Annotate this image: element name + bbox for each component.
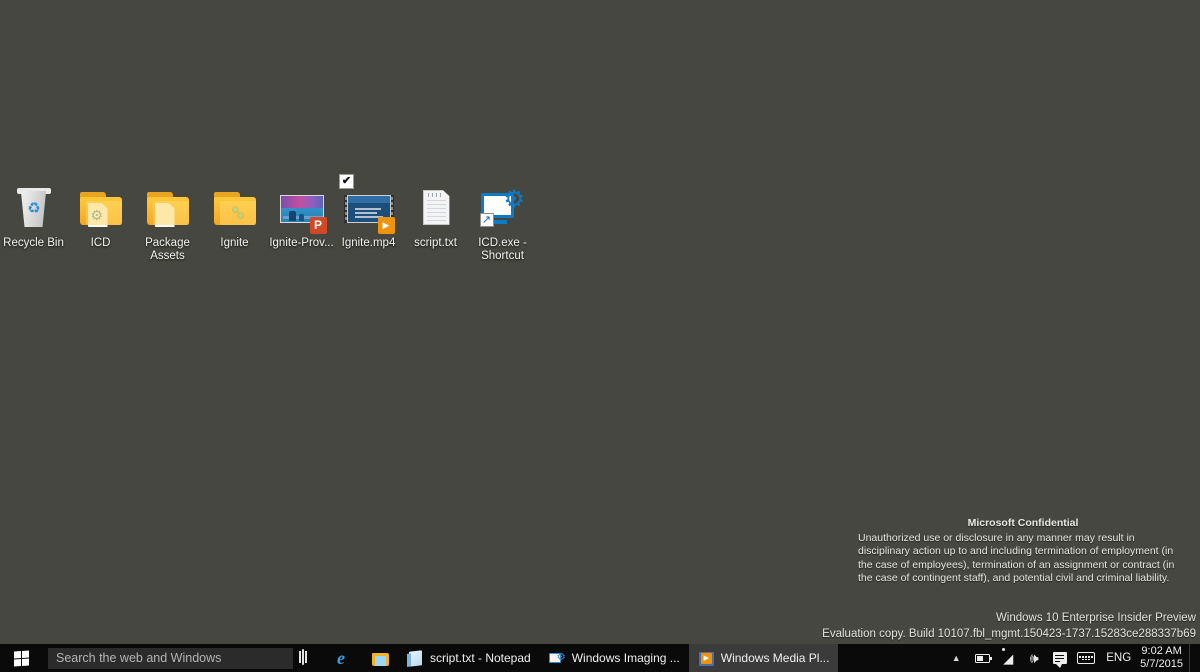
wifi-icon: ◢	[1002, 647, 1013, 665]
folder-gear-icon: ⚙	[77, 184, 125, 232]
desktop-icon-label: Ignite	[220, 237, 249, 249]
powerpoint-icon: P	[278, 184, 327, 234]
windows-build-watermark: Windows 10 Enterprise Insider Preview Ev…	[796, 610, 1196, 642]
notepad-window-button[interactable]: script.txt - Notepad	[398, 644, 540, 672]
desktop-icon-icd-folder[interactable]: ⚙ ICD	[67, 178, 134, 250]
windows-imaging-icon: ⚙	[548, 650, 566, 667]
battery-tray-button[interactable]	[969, 644, 995, 672]
taskbar-button-label: script.txt - Notepad	[430, 651, 531, 665]
desktop-icon-label: Ignite.mp4	[341, 237, 396, 249]
desktop-icon-grid: ♻ Recycle Bin ⚙ ICD	[0, 174, 536, 262]
windows-logo-icon	[13, 649, 29, 667]
search-input[interactable]: Search the web and Windows	[48, 647, 293, 669]
volume-tray-button[interactable]: 🕪	[1021, 644, 1047, 672]
show-hidden-icons-button[interactable]: ▲	[943, 644, 969, 672]
taskbar-button-label: Windows Imaging ...	[571, 651, 680, 665]
desktop-icon-label: Recycle Bin	[3, 237, 64, 249]
start-button[interactable]	[0, 644, 42, 672]
system-tray[interactable]: ▲ ◢ 🕪 ENG 9:02 AM 5/7/2015	[943, 644, 1200, 672]
confidential-body: Unauthorized use or disclosure in any ma…	[858, 532, 1175, 584]
internet-explorer-icon: e	[337, 647, 345, 668]
action-center-button[interactable]	[1047, 644, 1073, 672]
monitor-gear-shortcut-icon: ⚙ ↗	[479, 184, 527, 232]
clock-time: 9:02 AM	[1141, 645, 1182, 657]
battery-icon	[974, 653, 992, 663]
windows-imaging-window-button[interactable]: ⚙ Windows Imaging ...	[540, 644, 689, 672]
volume-icon: 🕪	[1029, 650, 1039, 666]
touch-keyboard-icon	[1077, 652, 1096, 664]
windows-build: Evaluation copy. Build 10107.fbl_mgmt.15…	[822, 628, 1196, 640]
clock[interactable]: 9:02 AM 5/7/2015	[1138, 645, 1189, 671]
show-desktop-button[interactable]	[1189, 644, 1196, 672]
selection-checkbox[interactable]: ✔	[339, 174, 354, 189]
windows-media-player-icon	[698, 650, 715, 667]
desktop-icon-label: Package Assets	[145, 237, 190, 262]
desktop-icon-ignite-folder[interactable]: Ignite	[201, 178, 268, 250]
action-center-icon	[1053, 652, 1068, 668]
desktop-icon-ignite-mp4[interactable]: ✔ ▶ Ignite.mp4	[335, 174, 402, 250]
network-tray-button[interactable]: ◢	[995, 644, 1021, 672]
desktop-icon-label: ICD.exe - Shortcut	[478, 237, 527, 262]
windows-media-player-window-button[interactable]: Windows Media Pl...	[688, 644, 839, 672]
chevron-up-icon: ▲	[951, 653, 961, 663]
folder-icon	[211, 184, 259, 232]
shortcut-arrow-icon: ↗	[479, 213, 494, 227]
clock-date: 5/7/2015	[1140, 658, 1183, 670]
touch-keyboard-button[interactable]	[1073, 644, 1099, 672]
file-explorer-button[interactable]	[363, 644, 398, 672]
taskbar-button-label: Windows Media Pl...	[720, 651, 830, 665]
search-placeholder: Search the web and Windows	[56, 651, 222, 665]
desktop[interactable]: ♻ Recycle Bin ⚙ ICD	[0, 0, 1200, 672]
confidential-watermark: Microsoft Confidential Unauthorized use …	[858, 517, 1188, 585]
confidential-heading: Microsoft Confidential	[967, 517, 1079, 529]
desktop-icon-label: ICD	[90, 237, 111, 249]
task-view-button[interactable]	[293, 644, 328, 672]
file-explorer-icon	[372, 650, 389, 667]
desktop-icon-label: Ignite-Prov...	[269, 237, 334, 249]
language-indicator[interactable]: ENG	[1099, 652, 1138, 664]
notepad-icon	[407, 649, 424, 667]
recycle-bin-icon: ♻	[10, 184, 58, 232]
desktop-icon-script-txt[interactable]: script.txt	[402, 178, 469, 250]
desktop-icon-label: script.txt	[414, 237, 457, 249]
desktop-icon-ignite-prov-pptx[interactable]: P Ignite-Prov...	[268, 178, 335, 250]
video-file-icon: ▶	[343, 184, 395, 234]
windows-edition: Windows 10 Enterprise Insider Preview	[995, 612, 1196, 624]
desktop-icon-package-assets[interactable]: Package Assets	[134, 178, 201, 262]
taskbar[interactable]: Search the web and Windows e script.txt …	[0, 644, 1200, 672]
desktop-icon-recycle-bin[interactable]: ♻ Recycle Bin	[0, 178, 67, 250]
desktop-icon-icd-exe-shortcut[interactable]: ⚙ ↗ ICD.exe - Shortcut	[469, 178, 536, 262]
folder-document-icon	[144, 184, 192, 232]
task-view-icon	[302, 648, 319, 667]
text-file-icon	[412, 184, 460, 232]
internet-explorer-button[interactable]: e	[328, 644, 363, 672]
